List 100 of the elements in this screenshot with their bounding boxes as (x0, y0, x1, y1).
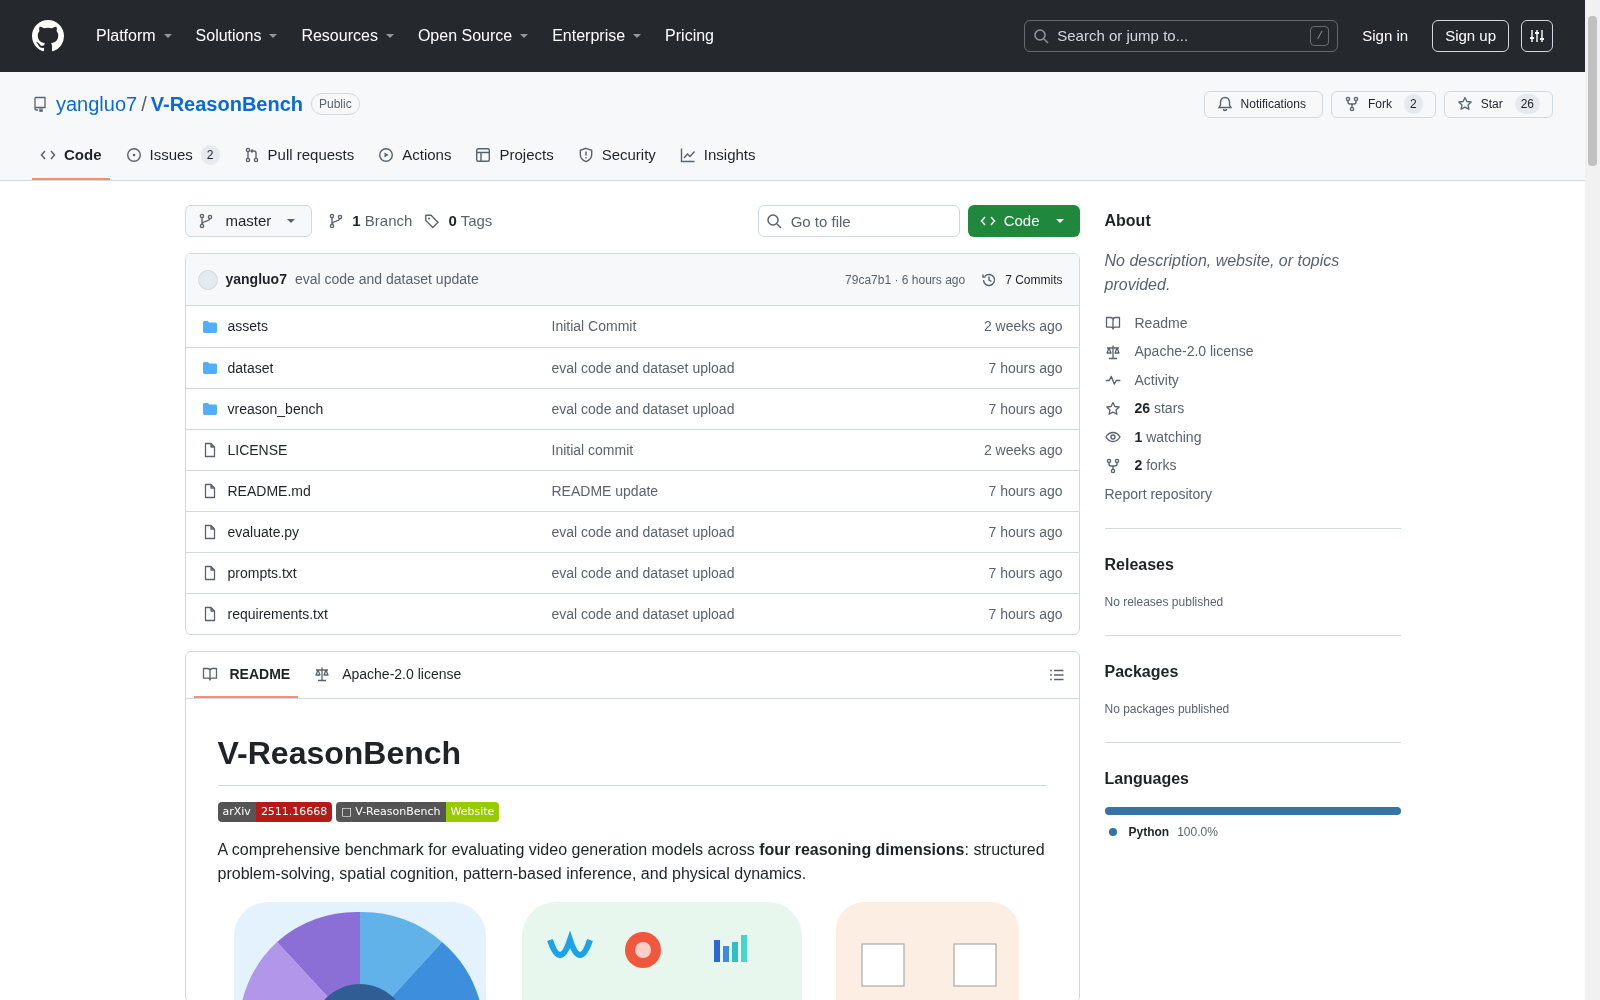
settings-button[interactable] (1521, 20, 1553, 52)
folder-icon (201, 360, 218, 376)
commit-time: 2 weeks ago (983, 317, 1063, 336)
file-name-link[interactable]: README.md (227, 480, 311, 502)
sign-in-link[interactable]: Sign in (1362, 24, 1409, 48)
commit-time: 7 hours ago (988, 481, 1063, 501)
commit-time: 7 hours ago (988, 604, 1063, 624)
list-icon (1048, 667, 1065, 683)
commit-message-link[interactable]: eval code and dataset upload (551, 603, 735, 625)
readme-title: V-ReasonBench (217, 729, 1047, 786)
commit-message-link[interactable]: eval code and dataset upload (551, 521, 735, 543)
branches-link[interactable]: 1 Branch (328, 209, 413, 233)
repo-tab[interactable]: Pull requests (235, 132, 363, 180)
shortcut-key: / (1310, 26, 1330, 46)
star-icon (1104, 400, 1121, 417)
search-icon (1033, 28, 1050, 44)
commit-message-link[interactable]: eval code and dataset upload (551, 398, 735, 420)
repo-tab[interactable]: Code (32, 132, 110, 180)
folder-icon (201, 318, 218, 335)
repo-tab[interactable]: Projects (467, 132, 562, 180)
commit-message-link[interactable]: Initial Commit (551, 316, 637, 337)
go-to-file-field[interactable]: Go to file (757, 205, 960, 237)
nav-link[interactable]: Enterprise (544, 24, 654, 48)
star-button[interactable]: Star 26 (1443, 90, 1553, 118)
file-name-link[interactable]: LICENSE (227, 439, 288, 461)
file-name-link[interactable]: vreason_bench (227, 398, 324, 420)
file-name-link[interactable]: evaluate.py (227, 521, 300, 543)
commits-link[interactable]: 7 Commits (981, 270, 1063, 289)
nav-link[interactable]: Platform (88, 24, 184, 48)
history-icon (981, 271, 998, 288)
book-icon (1104, 315, 1121, 331)
shield-icon (577, 147, 594, 163)
file-name-link[interactable]: dataset (227, 357, 274, 379)
file-name-link[interactable]: assets (227, 316, 268, 337)
repo-tab[interactable]: Insights (671, 132, 764, 180)
tags-link[interactable]: 0 Tags (424, 209, 493, 233)
commit-message-link[interactable]: Initial commit (551, 439, 634, 461)
count-badge: 2 (1403, 94, 1423, 114)
commit-time: 7 hours ago (988, 358, 1063, 378)
sidebar-link[interactable]: 2 forks (1104, 455, 1401, 476)
languages-heading: Languages (1104, 769, 1190, 789)
commit-hash-time: 79ca7b1 · 6 hours ago (845, 271, 966, 289)
branch-icon (328, 213, 345, 229)
logo-icon[interactable] (32, 20, 64, 52)
sign-up-button[interactable]: Sign up (1432, 20, 1509, 52)
file-name-link[interactable]: prompts.txt (227, 562, 297, 584)
nav-link[interactable]: Pricing (657, 24, 722, 48)
readme-paragraph: A comprehensive benchmark for evaluating video generation models across four reasoning dimensions: structured problem-solving, spatial cognition, pattern-based inference, and physical dynamics. (217, 840, 1046, 884)
repo-icon (32, 96, 48, 112)
commit-message-link[interactable]: eval code and dataset upload (551, 357, 735, 379)
nav-link[interactable]: Solutions (187, 24, 290, 48)
about-heading: About (1104, 211, 1152, 231)
scale-icon (1104, 343, 1121, 360)
search-placeholder: Search or jump to... (1057, 25, 1190, 46)
count-badge: 2 (200, 145, 220, 165)
commit-message-link[interactable]: eval code and dataset upload (551, 562, 735, 584)
code-button[interactable]: Code (967, 205, 1080, 237)
report-link[interactable]: Report repository (1104, 484, 1401, 504)
commit-message[interactable]: eval code and dataset update (294, 269, 479, 290)
sidebar-link[interactable]: Activity (1104, 370, 1401, 390)
search-field[interactable]: Search or jump to... / (1024, 20, 1339, 52)
pull-request-icon (243, 147, 260, 163)
eye-icon (1104, 429, 1121, 445)
graph-icon (679, 147, 696, 163)
notifications-button[interactable]: Notifications (1203, 90, 1323, 118)
star-icon (1456, 96, 1473, 112)
commit-time: 7 hours ago (988, 563, 1063, 583)
repo-tab[interactable]: Security (569, 132, 664, 180)
count-badge: 26 (1514, 94, 1540, 114)
readme-tab[interactable]: Apache-2.0 license (306, 652, 470, 698)
readme-tab[interactable]: README (193, 652, 299, 698)
sidebar-link[interactable]: Apache-2.0 license (1104, 341, 1401, 362)
about-description: No description, website, or topics provided. (1104, 251, 1341, 295)
sliders-icon (1529, 28, 1545, 44)
section-heading: Releases (1104, 555, 1175, 575)
fork-button[interactable]: Fork 2 (1330, 90, 1436, 118)
scale-icon (314, 666, 331, 682)
play-icon (378, 147, 395, 163)
sidebar-link[interactable]: Readme (1104, 313, 1401, 333)
repo-tab[interactable]: Actions (370, 132, 460, 180)
sidebar-link[interactable]: 26 stars (1104, 398, 1401, 419)
book-icon (201, 666, 218, 682)
fork-icon (1343, 96, 1360, 112)
branch-button[interactable]: master (184, 205, 313, 237)
commit-message-link[interactable]: README update (551, 480, 659, 502)
section-heading: Packages (1104, 662, 1180, 682)
nav-link[interactable]: Open Source (409, 24, 541, 48)
sidebar-link[interactable]: 1 watching (1104, 427, 1401, 447)
search-icon (765, 213, 782, 229)
repo-tab[interactable]: Issues 2 (117, 132, 228, 180)
repo-name-link[interactable]: V-ReasonBench (150, 89, 303, 119)
branch-icon (197, 213, 214, 229)
file-name-link[interactable]: requirements.txt (227, 603, 328, 625)
nav-link[interactable]: Resources (293, 24, 406, 48)
section-note: No releases published (1104, 594, 1225, 611)
scrollbar[interactable] (1585, 0, 1600, 1000)
commit-author[interactable]: yangluo7 (225, 269, 287, 290)
owner-link[interactable]: yangluo7 (56, 89, 138, 119)
fork-icon (1104, 457, 1121, 474)
language-item[interactable]: Python 100.0% (1104, 823, 1218, 841)
